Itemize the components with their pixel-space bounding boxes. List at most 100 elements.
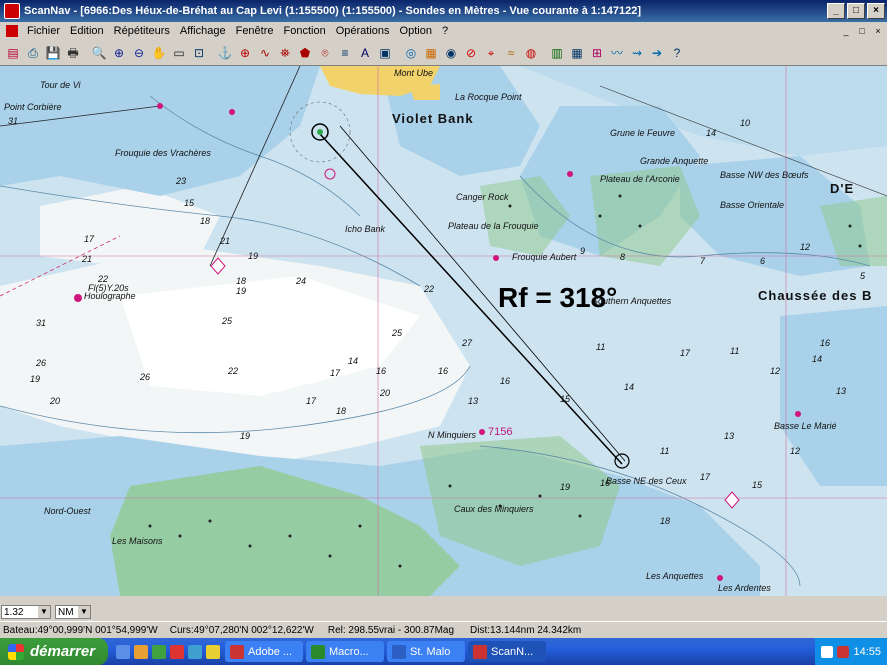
save-icon[interactable]: 💾 [44,44,62,62]
search-icon[interactable]: 🔍 [90,44,108,62]
chart-label: Southern Anquettes [592,296,672,306]
nav-icon[interactable]: ◉ [442,44,460,62]
depth-sounding: 23 [176,176,187,186]
arrow-icon[interactable]: ➔ [648,44,666,62]
chart-label: 7156 [488,426,513,438]
menu-option[interactable]: Option [395,25,437,37]
status-distance: Dist:13.144nm 24.342km [470,624,582,636]
taskbar-button-label: St. Malo [410,645,451,658]
chart-label: Nord-Ouest [44,506,91,516]
chart-map-view[interactable]: Rf = 318° Violet Bank Plateau de la Frouq… [0,66,887,596]
status-cursor-position: Curs:49°07,280'N 002°12,622'W [169,624,314,636]
chart-label: Les Anquettes [646,571,704,581]
hand-pan-icon[interactable]: ✋ [150,44,168,62]
start-button[interactable]: démarrer [0,638,108,665]
menu-help[interactable]: ? [437,25,453,37]
mark-icon[interactable]: ⬟ [296,44,314,62]
chart-label: Icho Bank [345,224,386,234]
wind-icon[interactable]: ⇝ [628,44,646,62]
depth-sounding: 18 [336,406,347,416]
depth-sounding: 14 [348,356,359,366]
quicklaunch-app-icon[interactable] [152,644,166,659]
security-icon[interactable] [837,645,850,658]
taskbar-button[interactable]: Adobe ... [225,641,303,662]
menu-affichage[interactable]: Affichage [175,25,231,37]
wave-icon[interactable]: 〰 [608,44,626,62]
menu-operations[interactable]: Opérations [331,25,395,37]
clock: 14:55 [853,645,881,658]
minimize-button[interactable]: _ [827,3,845,19]
mdi-close-button[interactable]: × [871,25,885,37]
depth-icon[interactable]: ▦ [422,44,440,62]
document-icon[interactable] [6,25,18,37]
chart-label: Violet Bank [392,111,474,126]
app-icon[interactable] [4,3,20,19]
depth-sounding: 24 [296,276,307,286]
waypoint-icon[interactable]: ⛯ [276,44,294,62]
depth-sounding: 21 [82,254,93,264]
menu-fichier[interactable]: Fichier [22,25,65,37]
network-icon[interactable] [821,645,834,658]
help-icon[interactable]: ? [668,44,686,62]
depth-sounding: 13 [468,396,479,406]
taskbar-button[interactable]: St. Malo [387,641,465,662]
quicklaunch-app-icon[interactable] [170,644,184,659]
chart-icon[interactable]: ⊞ [588,44,606,62]
taskbar-button[interactable]: ScanN... [468,641,546,662]
alarm-icon[interactable]: ⊘ [462,44,480,62]
layers-icon[interactable]: ≡ [336,44,354,62]
tide-icon[interactable]: ≈ [502,44,520,62]
quicklaunch-desktop-icon[interactable] [116,644,130,659]
quicklaunch-explorer-icon[interactable] [134,644,148,659]
chevron-down-icon[interactable]: ▼ [78,606,90,618]
depth-sounding: 13 [724,431,735,441]
system-tray: 14:55 [815,638,887,665]
target-icon[interactable]: ⊕ [236,44,254,62]
route-icon[interactable]: ∿ [256,44,274,62]
depth-sounding: 18 [236,276,247,286]
depth-sounding: 26 [140,372,151,382]
task-app-icon [473,644,487,659]
zoom-combo[interactable]: 1.32 ▼ [1,605,51,619]
taskbar-button[interactable]: Macro... [306,641,384,662]
maximize-button[interactable]: □ [847,3,865,19]
menu-fenetre[interactable]: Fenêtre [231,25,279,37]
quicklaunch-app-icon[interactable] [206,644,220,659]
mdi-minimize-button[interactable]: _ [839,25,853,37]
units-combo[interactable]: NM ▼ [55,605,91,619]
compass-icon[interactable]: ⌾ [316,44,334,62]
menu-repetiteurs[interactable]: Répétiteurs [109,25,175,37]
table-icon[interactable]: ▥ [548,44,566,62]
chart-label: La Rocque Point [455,92,522,102]
radar-icon[interactable]: ◎ [402,44,420,62]
menu-fonction[interactable]: Fonction [279,25,331,37]
open-chart-icon[interactable]: ▤ [4,44,22,62]
taskbar-button-label: ScanN... [491,645,534,658]
chevron-down-icon[interactable]: ▼ [38,606,50,618]
print-chart-icon[interactable]: ⎙ [24,44,42,62]
quicklaunch-app-icon[interactable] [188,644,202,659]
menu-edition[interactable]: Edition [65,25,109,37]
printer-icon[interactable]: 🖶 [64,44,82,62]
gps-icon[interactable]: ⌖ [482,44,500,62]
zoom-in-icon[interactable]: ⊕ [110,44,128,62]
page-icon[interactable]: ⊡ [190,44,208,62]
close-button[interactable]: × [867,3,885,19]
text-icon[interactable]: A [356,44,374,62]
menu-bar: Fichier Edition Répétiteurs Affichage Fe… [0,22,887,41]
grid-icon[interactable]: ▦ [568,44,586,62]
select-rect-icon[interactable]: ▭ [170,44,188,62]
zoom-out-icon[interactable]: ⊖ [130,44,148,62]
chart-label: Frouquie des Vrachères [115,148,211,158]
title-bar: ScanNav - [6966:Des Héux-de-Bréhat au Ca… [0,0,887,22]
depth-sounding: 31 [36,318,47,328]
depth-sounding: 21 [220,236,231,246]
depth-sounding: 17 [306,396,317,406]
depth-sounding: 14 [706,128,717,138]
chart-label: Caux des Minquiers [454,504,534,514]
lifebuoy-icon[interactable]: ◍ [522,44,540,62]
mdi-restore-button[interactable]: □ [855,25,869,37]
anchor-icon[interactable]: ⚓ [216,44,234,62]
depth-sounding: 17 [330,368,341,378]
window-icon[interactable]: ▣ [376,44,394,62]
